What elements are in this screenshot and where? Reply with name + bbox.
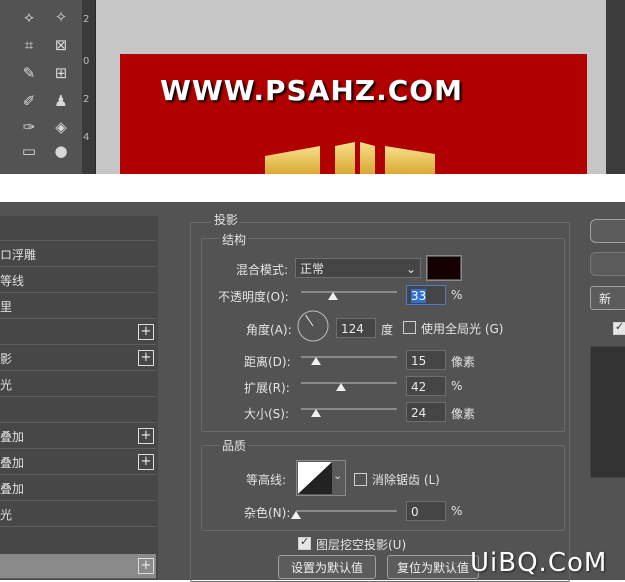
brush-tool-icon[interactable]: ✐ (18, 90, 40, 112)
opacity-slider-thumb[interactable] (327, 292, 338, 300)
contour-label: 等高线: (246, 473, 287, 487)
size-slider-thumb[interactable] (311, 409, 321, 417)
blend-mode-select[interactable]: 正常 ⌄ (295, 258, 421, 278)
blur-tool-icon[interactable]: ● (50, 140, 72, 162)
anti-alias-checkbox[interactable] (354, 473, 367, 486)
tools-panel: ⟡ ✧ ⌗ ⊠ ✎ ⊞ ✐ ♟ ✑ ◈ ▭ ● (0, 0, 82, 174)
style-item-gradient-overlay[interactable]: 叠加 + (0, 450, 156, 475)
add-style-icon[interactable]: + (138, 558, 154, 574)
noise-slider[interactable] (296, 510, 397, 512)
ruler-number: 2 (83, 94, 90, 105)
structure-legend: 结构 (220, 231, 249, 248)
gradient-tool-icon[interactable]: ▭ (18, 140, 40, 162)
global-light-checkbox[interactable] (403, 321, 416, 334)
magic-wand-tool-icon[interactable]: ✧ (50, 6, 72, 28)
angle-label: 角度(A): (246, 323, 292, 337)
vertical-scrollbar[interactable] (606, 0, 625, 174)
style-item[interactable] (0, 216, 156, 241)
crop-tool-icon[interactable]: ⌗ (18, 34, 40, 56)
style-item-stroke[interactable]: + (0, 320, 156, 345)
styles-list: ロ浮雕 等线 里 + 影 + 光 叠加 + 叠加 + 叠加 光 + (0, 216, 158, 580)
spread-label: 扩展(R): (244, 381, 290, 395)
noise-slider-thumb[interactable] (291, 511, 301, 519)
add-style-icon[interactable]: + (138, 324, 154, 340)
watermark: UiBQ.CoM (470, 548, 608, 578)
ok-button[interactable] (590, 219, 625, 243)
blend-mode-label: 混合模式: (236, 263, 289, 277)
angle-input[interactable]: 124 (336, 318, 376, 338)
opacity-label: 不透明度(O): (218, 290, 289, 304)
contour-picker[interactable]: ⌄ (296, 460, 346, 496)
vertical-ruler: 2 0 2 4 (82, 0, 96, 174)
style-item-drop-shadow[interactable]: + (0, 554, 156, 579)
opacity-slider[interactable] (301, 291, 397, 293)
size-label: 大小(S): (244, 407, 290, 421)
style-item-bevel-emboss[interactable]: ロ浮雕 (0, 242, 156, 267)
spread-input[interactable]: 42 (406, 376, 446, 396)
cancel-button[interactable] (590, 252, 625, 276)
size-unit: 像素 (451, 407, 476, 421)
global-light-label: 使用全局光 (G) (421, 322, 504, 336)
opacity-unit: % (451, 288, 463, 302)
chevron-down-icon: ⌄ (405, 262, 416, 276)
opacity-input[interactable]: 33 (406, 285, 446, 305)
patch-tool-icon[interactable]: ⊞ (50, 62, 72, 84)
stamp-tool-icon[interactable]: ♟ (50, 90, 72, 112)
distance-input[interactable]: 15 (406, 350, 446, 370)
quality-legend: 品质 (220, 437, 249, 454)
ruler-number: 0 (83, 56, 90, 67)
distance-label: 距离(D): (244, 355, 291, 369)
photoshop-workspace: ⟡ ✧ ⌗ ⊠ ✎ ⊞ ✐ ♟ ✑ ◈ ▭ ● 2 0 2 4 WWW.PSAH… (0, 0, 625, 174)
history-brush-tool-icon[interactable]: ✑ (18, 116, 40, 138)
style-preview (590, 346, 625, 478)
ruler-number: 2 (83, 14, 90, 25)
contour-preview-icon (298, 462, 332, 494)
noise-input[interactable]: 0 (406, 501, 446, 521)
knockout-label: 图层挖空投影(U) (316, 538, 407, 552)
style-item-outer-glow[interactable]: 光 (0, 502, 156, 527)
style-item-inner-glow[interactable]: 光 (0, 372, 156, 397)
panel-title: 投影 (212, 211, 241, 228)
style-item-texture[interactable]: 里 (0, 294, 156, 319)
style-item-satin[interactable] (0, 398, 156, 423)
style-item-contour[interactable]: 等线 (0, 268, 156, 293)
new-style-button[interactable]: 新 (590, 286, 625, 310)
spread-slider[interactable] (301, 382, 397, 384)
spread-slider-thumb[interactable] (336, 383, 347, 391)
eyedropper-tool-icon[interactable]: ✎ (18, 62, 40, 84)
distance-slider-thumb[interactable] (311, 357, 321, 365)
style-item-color-overlay[interactable]: 叠加 + (0, 424, 156, 449)
banner-text: WWW.PSAHZ.COM (160, 74, 463, 107)
reset-default-button[interactable]: 复位为默认值 (387, 555, 479, 579)
shadow-color-swatch[interactable] (426, 255, 462, 281)
add-style-icon[interactable]: + (138, 428, 154, 444)
eraser-tool-icon[interactable]: ◈ (50, 116, 72, 138)
spread-unit: % (451, 379, 463, 393)
make-default-button[interactable]: 设置为默认值 (278, 555, 376, 579)
angle-unit: 度 (381, 323, 394, 337)
angle-dial[interactable] (296, 309, 330, 343)
ruler-number: 4 (83, 132, 90, 143)
style-item-inner-shadow[interactable]: 影 + (0, 346, 156, 371)
add-style-icon[interactable]: + (138, 454, 154, 470)
style-item-pattern-overlay[interactable]: 叠加 (0, 476, 156, 501)
noise-unit: % (451, 504, 463, 518)
preview-checkbox[interactable] (613, 320, 625, 335)
anti-alias-label: 消除锯齿 (L) (372, 473, 440, 487)
add-style-icon[interactable]: + (138, 350, 154, 366)
frame-tool-icon[interactable]: ⊠ (50, 34, 72, 56)
separator-gap (0, 174, 625, 202)
noise-label: 杂色(N): (244, 506, 291, 520)
lasso-tool-icon[interactable]: ⟡ (18, 6, 40, 28)
size-input[interactable]: 24 (406, 402, 446, 422)
knockout-checkbox[interactable] (298, 535, 311, 550)
gold-shape-graphic (265, 142, 435, 174)
document-canvas: WWW.PSAHZ.COM (120, 54, 587, 174)
distance-unit: 像素 (451, 355, 476, 369)
chevron-down-icon: ⌄ (333, 469, 343, 482)
